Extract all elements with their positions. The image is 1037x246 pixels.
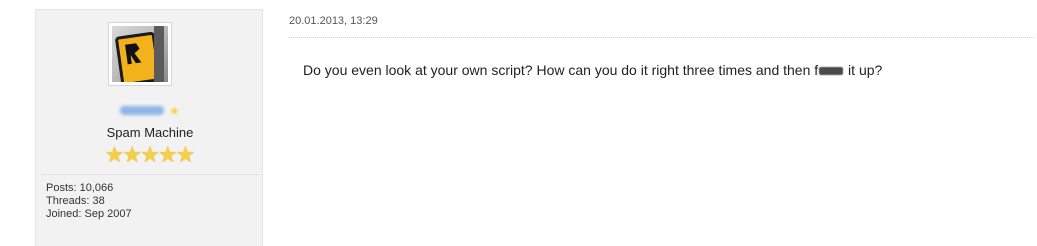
stats-divider — [41, 174, 259, 175]
username-link[interactable]: ★ — [36, 102, 264, 120]
star-icon: ★ — [175, 142, 196, 167]
censored-word — [819, 67, 844, 76]
post-text-end: it up? — [844, 62, 883, 78]
stat-threads: Threads: 38 — [46, 195, 105, 207]
post-date: 20.01.2013, 13:29 — [289, 15, 378, 27]
stat-posts: Posts: 10,066 — [46, 182, 114, 194]
avatar[interactable]: ≡ — [108, 22, 172, 86]
post-body: Do you even look at your own script? How… — [303, 62, 882, 78]
user-rating: ★★★★★ — [36, 144, 264, 167]
user-rank-title: Spam Machine — [106, 125, 194, 140]
post-divider — [289, 37, 1034, 38]
username-star-icon: ★ — [169, 103, 180, 118]
user-info-panel: ≡ ★ Spam Machine ★★★★★ Posts: 10,066 Thr… — [35, 9, 263, 246]
stat-joined: Joined: Sep 2007 — [46, 208, 132, 220]
user-stats: Posts: 10,066 Threads: 38 Joined: Sep 20… — [46, 182, 132, 221]
post-text-start: Do you even look at your own script? How… — [303, 62, 819, 78]
rockstar-logo-avatar-icon: ≡ — [112, 26, 168, 82]
username-redacted — [120, 106, 165, 116]
